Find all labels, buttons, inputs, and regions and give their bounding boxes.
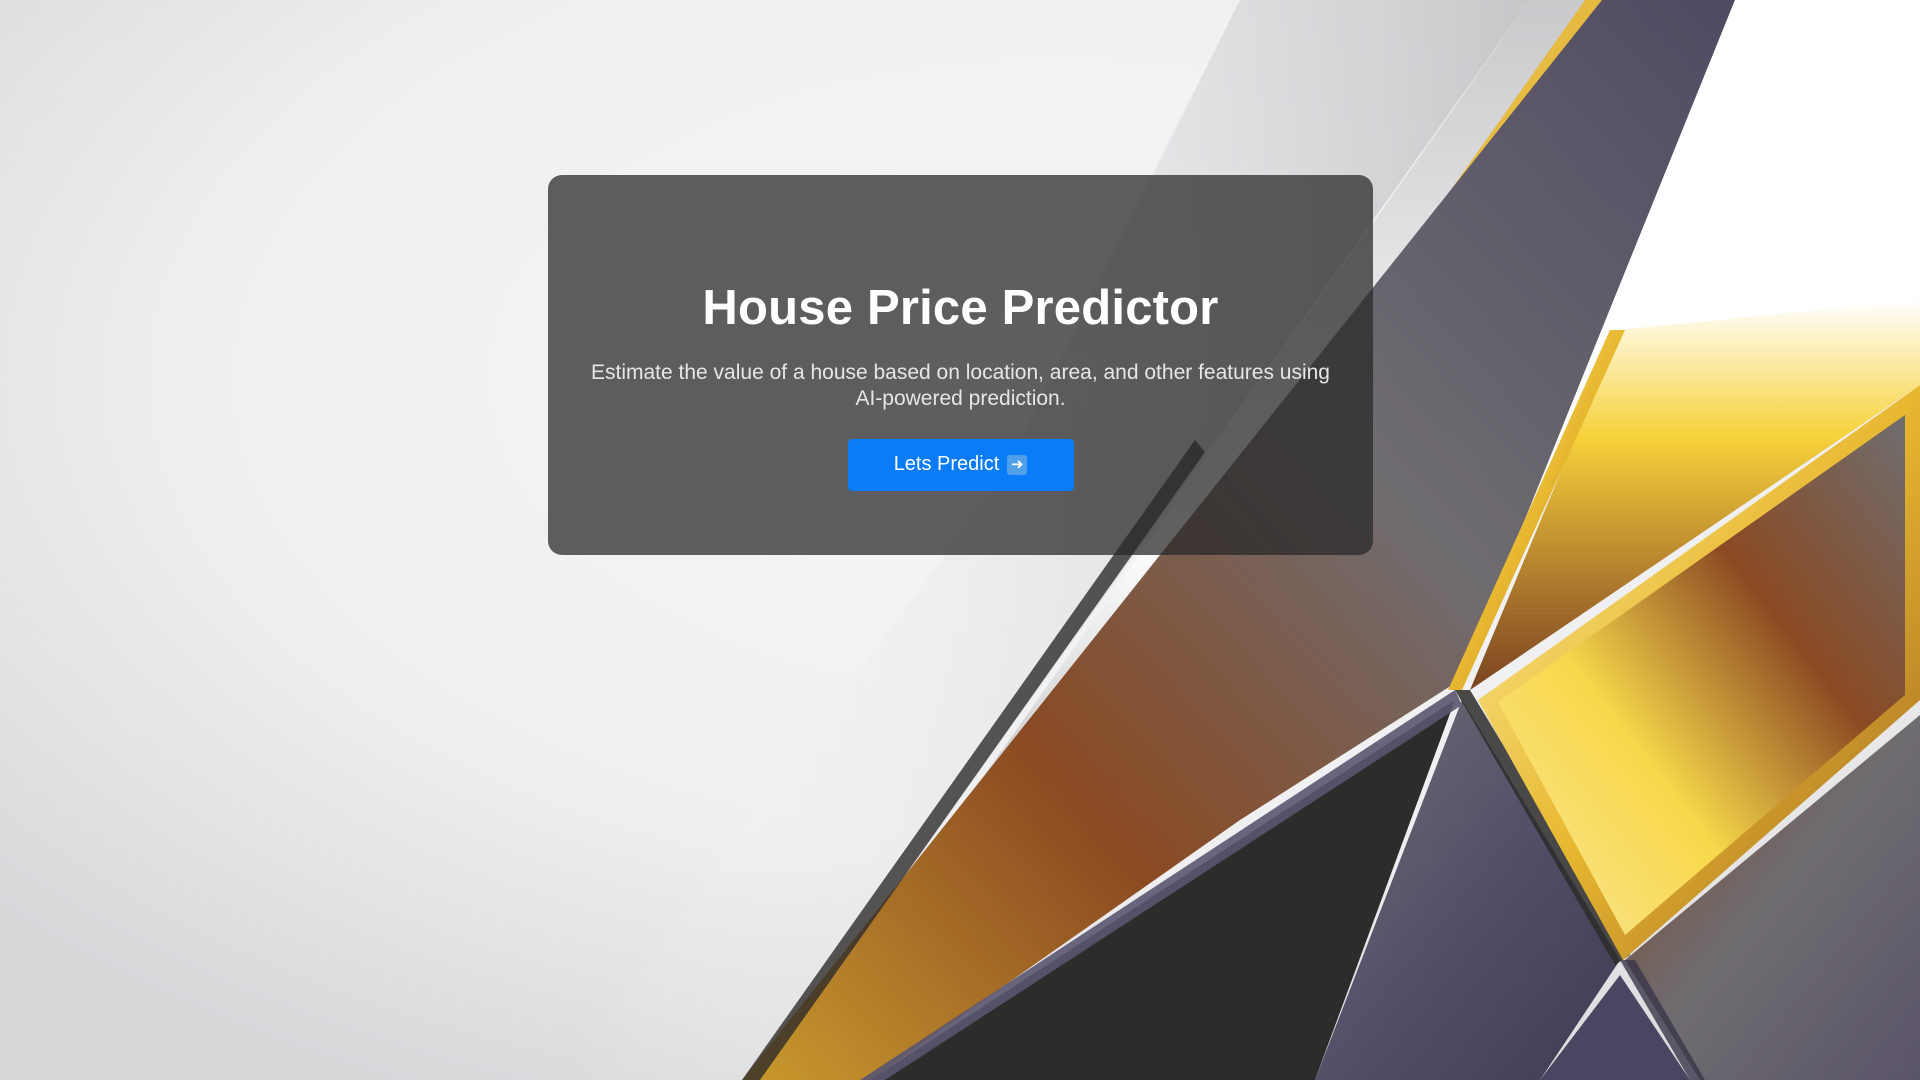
hero-description: Estimate the value of a house based on l… [591,360,1330,410]
landing-page: House Price Predictor Estimate the value… [0,0,1920,1080]
hero-card: House Price Predictor Estimate the value… [548,175,1373,555]
right-arrow-icon: ➜ [1007,454,1028,475]
page-title: House Price Predictor [702,281,1219,335]
lets-predict-button[interactable]: Lets Predict ➜ [847,438,1074,491]
lets-predict-label: Lets Predict [893,453,1000,476]
